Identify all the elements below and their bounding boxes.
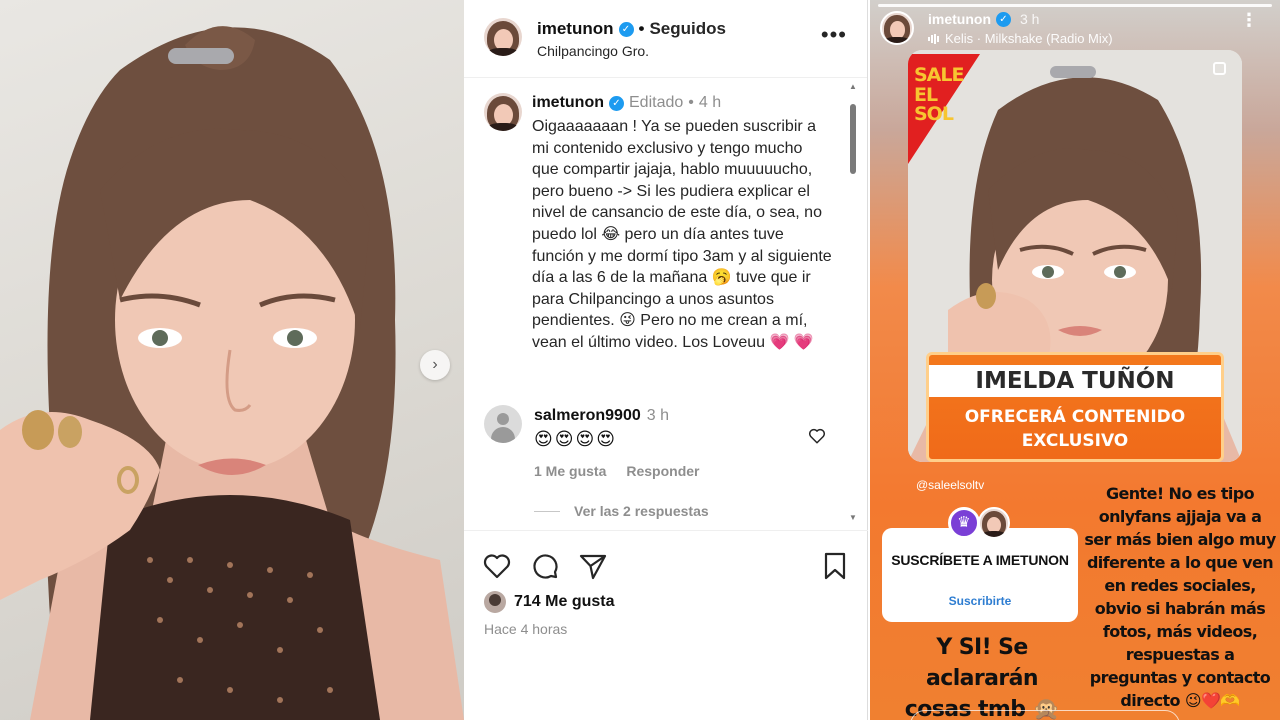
sale-el-sol-logo: SALE EL SOL — [908, 54, 980, 164]
author-username[interactable]: imetunon — [537, 19, 614, 39]
caption-header: imetunon ✓ Editado • 4 h — [532, 94, 721, 112]
story-username[interactable]: imetunon — [928, 11, 991, 27]
scroll-thumb[interactable] — [850, 104, 856, 174]
post-actions: 714 Me gusta Hace 4 horas — [464, 530, 868, 720]
scroll-up-arrow-icon[interactable]: ▲ — [849, 82, 857, 91]
carousel-next-button[interactable]: › — [420, 350, 450, 380]
comment-header: salmeron9900 3 h — [534, 407, 669, 425]
story-progress-bar — [878, 4, 1272, 7]
comment-username[interactable]: salmeron9900 — [534, 407, 641, 425]
verified-badge-icon: ✓ — [618, 21, 634, 37]
heart-icon[interactable] — [482, 551, 512, 581]
comment-meta: 1 Me gusta Responder — [534, 463, 699, 479]
post-timestamp: Hace 4 horas — [484, 621, 568, 637]
commenter-avatar[interactable] — [484, 405, 522, 443]
view-replies-label: Ver las 2 respuestas — [574, 503, 709, 519]
reply-button[interactable]: Responder — [626, 463, 699, 479]
story-reply-bar[interactable] — [910, 710, 1180, 720]
story-more-icon[interactable]: ⋮ — [1240, 11, 1258, 29]
banner-line2: EXCLUSIVO — [1021, 431, 1129, 451]
post-details-panel: imetunon ✓ • Seguidos Chilpancingo Gro. … — [464, 0, 868, 720]
comment-text: 😍😍😍😍 — [534, 429, 618, 449]
comments-scrollbar[interactable]: ▲ ▼ — [849, 82, 857, 522]
story-text-explanation: Gente! No es tipo onlyfans ajjaja va a s… — [1084, 484, 1276, 710]
crown-icon: ♛ — [948, 507, 980, 539]
portrait-illustration — [0, 26, 464, 720]
subscribe-sticker-icons: ♛ — [948, 505, 1018, 541]
subscribe-button[interactable]: Suscribirte — [882, 594, 1078, 608]
chevron-right-icon: › — [432, 356, 438, 373]
replies-divider — [534, 510, 560, 512]
caption-author-avatar[interactable] — [484, 93, 522, 131]
author-avatar[interactable] — [484, 18, 522, 56]
story-header: imetunon ✓ 3 h — [928, 11, 1039, 27]
comments-area[interactable]: imetunon ✓ Editado • 4 h Oigaaaaaaan ! Y… — [464, 79, 868, 529]
caption-time: 4 h — [698, 94, 722, 111]
headline-banner: IMELDA TUÑÓN OFRECERÁ CONTENIDO EXCLUSIV… — [926, 352, 1224, 462]
post-header: imetunon ✓ • Seguidos Chilpancingo Gro. … — [464, 0, 867, 78]
banner-name: IMELDA TUÑÓN — [929, 365, 1221, 397]
story-text-clarification: Y SI! Se aclararán cosas tmb 🙊 — [904, 635, 1060, 720]
share-icon[interactable] — [578, 551, 608, 581]
following-button[interactable]: Seguidos — [649, 19, 726, 39]
comment-icon[interactable] — [530, 551, 560, 581]
checkbox-icon[interactable] — [1213, 62, 1226, 75]
scroll-down-arrow-icon[interactable]: ▼ — [849, 513, 857, 522]
likes-count: 714 Me gusta — [514, 593, 615, 610]
heart-outline-icon — [808, 428, 826, 444]
likes-summary[interactable]: 714 Me gusta — [484, 591, 614, 613]
subscribe-sticker[interactable]: SUSCRÍBETE A IMETUNON Suscribirte — [882, 528, 1078, 622]
view-replies-button[interactable]: Ver las 2 respuestas — [534, 503, 709, 519]
bookmark-icon[interactable] — [820, 551, 850, 581]
separator-dot: • — [638, 19, 645, 38]
more-options-icon[interactable]: ••• — [821, 24, 847, 46]
audio-wave-icon — [928, 33, 939, 44]
comment-time: 3 h — [646, 407, 669, 424]
shared-post-card[interactable]: SALE EL SOL IMELDA TUÑÓN OFRECERÁ CONTEN… — [908, 50, 1242, 462]
post-location[interactable]: Chilpancingo Gro. — [537, 43, 649, 59]
comment-like-button[interactable] — [808, 427, 826, 451]
separator-dot: • — [688, 94, 694, 111]
caption-username[interactable]: imetunon — [532, 94, 604, 112]
logo-line1: SALE — [914, 64, 964, 86]
banner-line1: OFRECERÁ CONTENIDO — [964, 407, 1186, 427]
caption-text: Oigaaaaaaan ! Ya se pueden suscribir a m… — [532, 118, 832, 351]
sticker-avatar — [978, 507, 1010, 539]
subscribe-title: SUSCRÍBETE A IMETUNON — [891, 552, 1069, 568]
edited-label: Editado — [629, 94, 684, 111]
liker-avatar — [484, 591, 506, 613]
comment-likes[interactable]: 1 Me gusta — [534, 463, 606, 479]
story-time: 3 h — [1020, 11, 1040, 27]
logo-line2: EL SOL — [914, 84, 954, 125]
story-screenshot: imetunon ✓ 3 h Kelis · Milkshake (Radio … — [870, 0, 1280, 720]
story-author-avatar[interactable] — [880, 11, 914, 45]
story-music-label: Kelis · Milkshake (Radio Mix) — [945, 31, 1113, 46]
story-music[interactable]: Kelis · Milkshake (Radio Mix) — [928, 31, 1113, 46]
verified-badge-icon: ✓ — [609, 95, 624, 111]
story-mention[interactable]: @saleelsoltv — [916, 478, 984, 492]
verified-badge-icon: ✓ — [996, 11, 1011, 27]
author-line: imetunon ✓ • Seguidos — [537, 19, 726, 39]
post-photo[interactable]: › — [0, 0, 464, 720]
